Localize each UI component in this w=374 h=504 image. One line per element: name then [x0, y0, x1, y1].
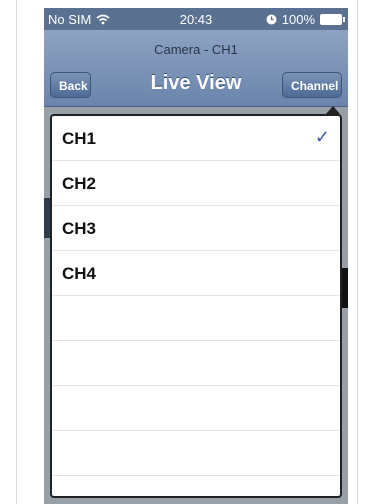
empty-row [52, 386, 340, 431]
channel-row-ch3[interactable]: CH3 [52, 206, 340, 251]
channel-row-ch2[interactable]: CH2 [52, 161, 340, 206]
channel-button[interactable]: Channel [282, 72, 342, 98]
channel-label: CH2 [62, 174, 97, 193]
status-bar: No SIM 20:43 100% [44, 8, 348, 30]
channel-label: CH1 [62, 129, 97, 148]
channel-popover: CH1 ✓ CH2 CH3 CH4 [50, 114, 342, 498]
clock-icon [266, 14, 277, 25]
empty-row [52, 431, 340, 476]
nav-subtitle: Camera - CH1 [154, 42, 238, 57]
empty-row [52, 341, 340, 386]
channel-row-ch4[interactable]: CH4 [52, 251, 340, 296]
channel-label: CH4 [62, 264, 97, 283]
video-background-right [342, 268, 348, 308]
empty-row [52, 296, 340, 341]
phone-screen: No SIM 20:43 100% Camera - CH1 Live View… [44, 8, 348, 504]
channel-label: CH3 [62, 219, 97, 238]
channel-row-ch1[interactable]: CH1 ✓ [52, 116, 340, 161]
checkmark-icon: ✓ [314, 127, 330, 147]
battery-icon [320, 14, 345, 25]
popover-arrow [326, 106, 340, 114]
back-button[interactable]: Back [50, 72, 91, 98]
battery-percent: 100% [281, 12, 315, 27]
navigation-bar: Camera - CH1 Live View Back Channel [44, 30, 348, 107]
